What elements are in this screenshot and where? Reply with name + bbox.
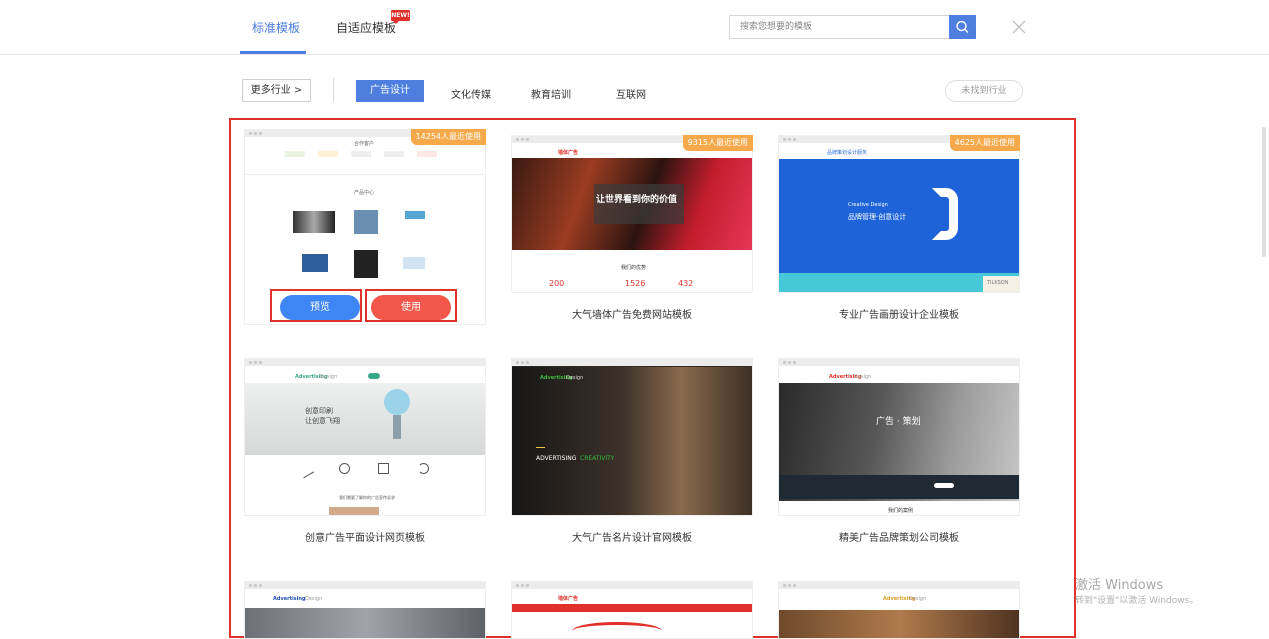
more-industries-button[interactable]: 更多行业 >: [242, 79, 311, 102]
template-card[interactable]: 品牌策划设计服务 Creative Design 品牌管理·创意设计 TILKS…: [778, 135, 1020, 325]
template-card[interactable]: Advertising Design: [244, 581, 486, 639]
template-title[interactable]: 专业广告画册设计企业模板: [778, 306, 1020, 321]
template-card[interactable]: 墙体广告 让世界看到你的价值 我们的优势 200 1526 432 9315人最…: [511, 135, 753, 325]
template-thumbnail: Advertising Design 广告 · 策划 我们的案例: [778, 358, 1020, 516]
template-thumbnail: 墙体广告 让世界看到你的价值 我们的优势 200 1526 432: [511, 135, 753, 293]
template-thumbnail: Advertising Design ADVERTISING CREATIVIT…: [511, 358, 753, 516]
search-icon: [956, 20, 969, 33]
use-highlight-box: [365, 289, 457, 322]
template-card[interactable]: Advertising Design: [778, 581, 1020, 639]
preview-highlight-box: [270, 289, 362, 322]
template-card[interactable]: Advertising Design 创意印刷 让创意飞翔 我们需要了解你的广告…: [244, 358, 486, 548]
close-button[interactable]: [1011, 19, 1027, 35]
tab-standard-templates[interactable]: 标准模板: [252, 19, 300, 36]
template-thumbnail: Advertising Design: [244, 581, 486, 639]
usage-badge: 14254人最近使用: [410, 129, 486, 145]
tab-responsive-templates[interactable]: 自适应模板: [336, 19, 396, 36]
usage-badge: 4625人最近使用: [949, 135, 1020, 151]
template-card[interactable]: 合作客户 产品中心 14254人最近使用 预览 使用: [244, 129, 486, 327]
industry-not-found-button[interactable]: 未找到行业: [945, 80, 1023, 102]
template-title[interactable]: 大气墙体广告免费网站模板: [511, 306, 753, 321]
template-title[interactable]: 创意广告平面设计网页模板: [244, 529, 486, 544]
top-bar: 标准模板 自适应模板 NEW!: [0, 0, 1269, 55]
close-icon: [1012, 20, 1026, 34]
active-tab-indicator: [240, 51, 306, 54]
template-thumbnail: Advertising Design: [778, 581, 1020, 639]
template-card[interactable]: 墙体广告: [511, 581, 753, 639]
filter-education[interactable]: 教育培训: [531, 86, 571, 101]
search-button[interactable]: [949, 15, 976, 39]
filter-ad-design[interactable]: 广告设计: [356, 80, 424, 102]
template-thumbnail: 墙体广告: [511, 581, 753, 639]
template-thumbnail: Advertising Design 创意印刷 让创意飞翔 我们需要了解你的广告…: [244, 358, 486, 516]
new-badge: NEW!: [391, 10, 410, 24]
scrollbar[interactable]: [1262, 127, 1266, 257]
filter-internet[interactable]: 互联网: [616, 86, 646, 101]
divider: [333, 78, 334, 102]
template-title[interactable]: 大气广告名片设计官网模板: [511, 529, 753, 544]
windows-activation-hint: 转到"设置"以激活 Windows。: [1075, 596, 1199, 606]
filter-culture-media[interactable]: 文化传媒: [451, 86, 491, 101]
windows-activation-watermark: 激活 Windows: [1075, 578, 1164, 593]
template-thumbnail: 品牌策划设计服务 Creative Design 品牌管理·创意设计 TILKS…: [778, 135, 1020, 293]
search-input[interactable]: [729, 15, 950, 39]
usage-badge: 9315人最近使用: [682, 135, 753, 151]
template-card[interactable]: Advertising Design ADVERTISING CREATIVIT…: [511, 358, 753, 548]
template-title[interactable]: 精美广告品牌策划公司模板: [778, 529, 1020, 544]
template-card[interactable]: Advertising Design 广告 · 策划 我们的案例 精美广告品牌策…: [778, 358, 1020, 548]
